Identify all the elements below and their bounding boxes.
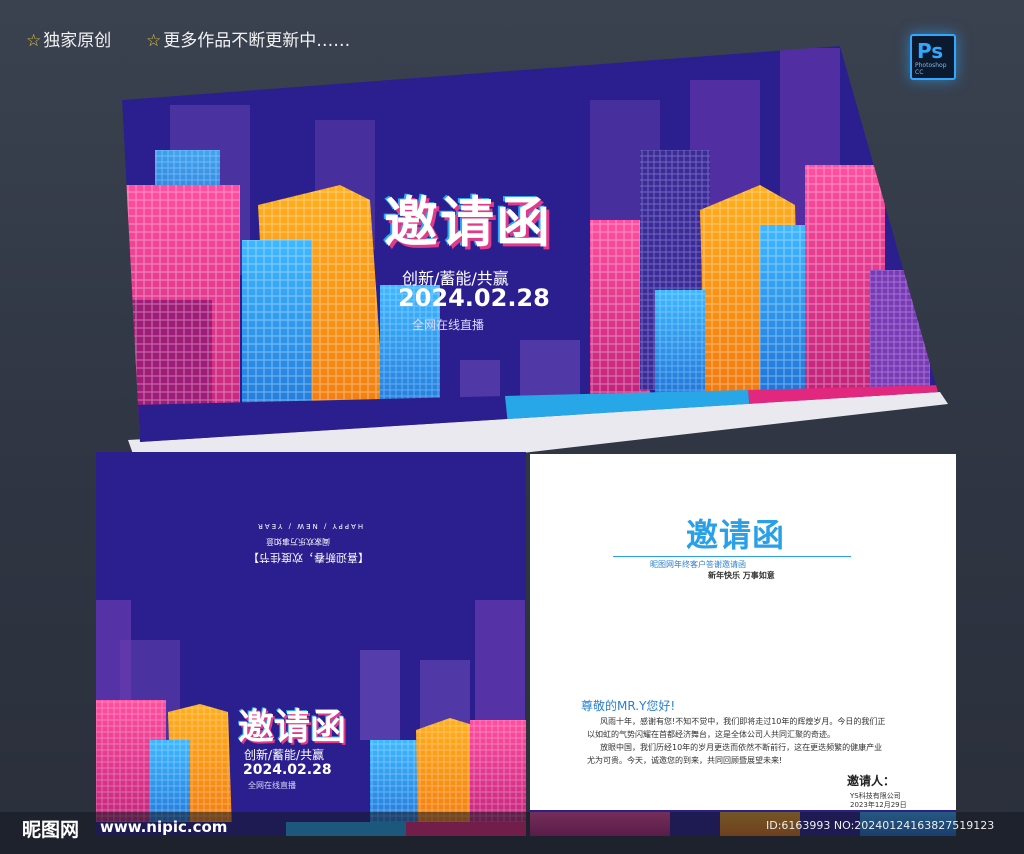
letter-greeting: 尊敬的MR.Y您好! [581, 699, 676, 713]
top-card-live: 全网在线直播 [412, 318, 485, 332]
bottom-left-card [96, 452, 526, 836]
letter-line: 尤为可贵。今天，诚邀您的到来，共同回顾暨展望未来! [587, 756, 783, 765]
letter-line: 风雨十年，感谢有您!不知不觉中，我们即将走过10年的辉煌岁月。今日的我们正 [600, 717, 886, 726]
top-card-date: 2024.02.28 [398, 284, 550, 312]
flipped-happy-new-year: HAPPY / NEW / YEAR [256, 522, 364, 530]
letter-inviter-label: 邀请人： [847, 774, 896, 788]
bottom-card-date: 2024.02.28 [243, 762, 332, 778]
letter-line: 以如虹的气势闪耀在首都经济舞台，这是全体公司人共同汇聚的奇迹。 [587, 730, 835, 739]
letter-subtitle-2: 新年快乐 万事如意 [708, 571, 775, 580]
letter-divider [613, 556, 851, 557]
site-logo: 昵图网 [22, 819, 80, 841]
bottom-card-subtitle: 创新/蓄能/共赢 [244, 748, 325, 762]
letter-date: 2023年12月29日 [850, 801, 907, 809]
letter-subtitle: 昵图网年终客户答谢邀请函 [650, 560, 746, 569]
letter-title: 邀请函 [686, 516, 786, 554]
bottom-card-live: 全网在线直播 [248, 781, 296, 790]
bottom-card-title: 邀请函 [238, 707, 347, 748]
letter-line: 放眼中国，我们历经10年的岁月更迭而依然不断前行，这在更迭频繁的健康产业 [600, 743, 883, 752]
flipped-blessing: 阖家欢乐万事如意 [266, 537, 330, 546]
image-id: ID:6163993 NO:20240124163827519123 [766, 819, 995, 832]
site-url[interactable]: www.nipic.com [100, 818, 227, 836]
flipped-greeting: 【喜迎新春，欢度佳节】 [248, 551, 369, 564]
top-card-title: 邀请函 [384, 191, 552, 254]
